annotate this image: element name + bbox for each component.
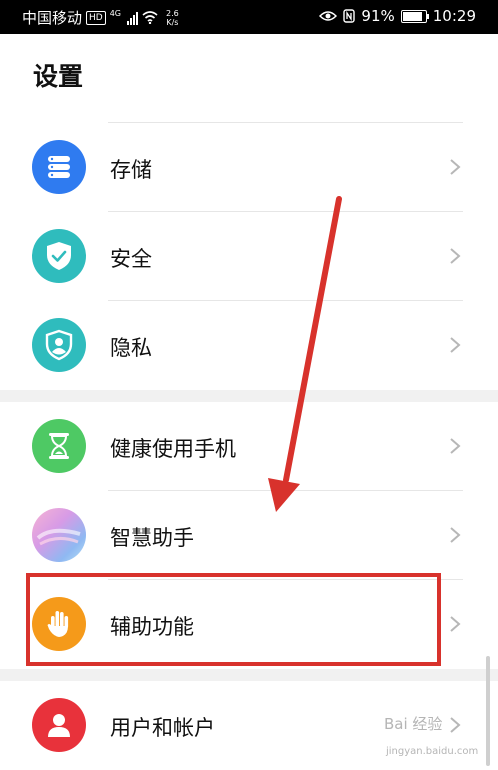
- watermark-url: jingyan.baidu.com: [386, 746, 479, 757]
- annotation-arrow: [268, 196, 342, 512]
- watermark-text: Bai 经验: [384, 715, 443, 733]
- watermark: Bai 经验 jingyan.baidu.com: [384, 713, 479, 763]
